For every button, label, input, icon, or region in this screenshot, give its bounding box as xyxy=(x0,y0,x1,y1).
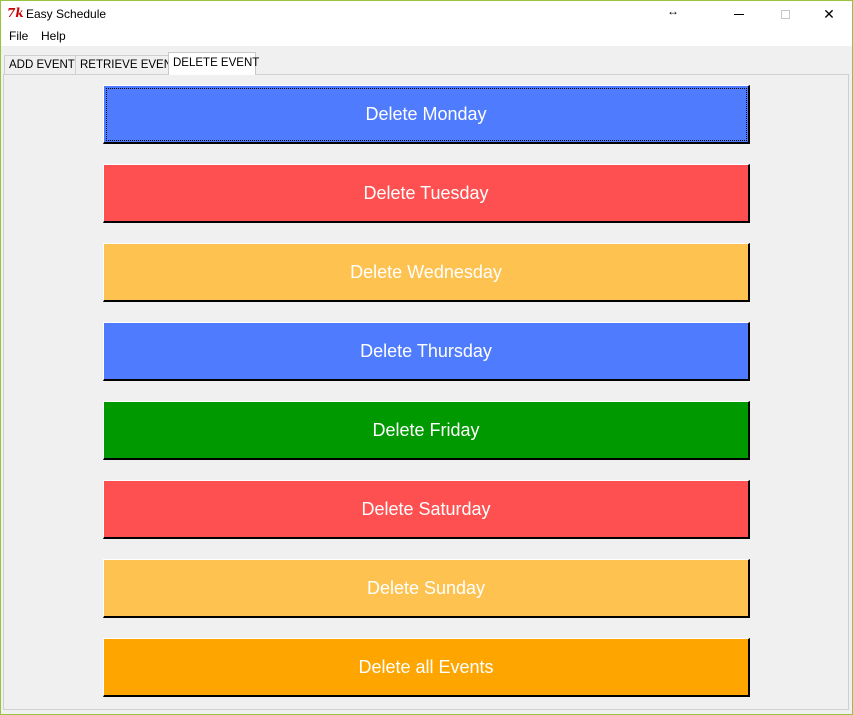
delete-friday-button[interactable]: Delete Friday xyxy=(103,401,750,460)
delete-thursday-button[interactable]: Delete Thursday xyxy=(103,322,750,381)
resize-arrows-icon: ↔ xyxy=(667,4,679,18)
delete-monday-button[interactable]: Delete Monday xyxy=(103,85,750,144)
minimize-button[interactable] xyxy=(716,1,762,27)
delete-sunday-label: Delete Sunday xyxy=(366,577,486,598)
title-bar[interactable]: 7k Easy Schedule ↔ ✕ xyxy=(1,1,852,27)
tk-feather-icon: 7k xyxy=(7,6,24,20)
delete-wednesday-label: Delete Wednesday xyxy=(350,261,502,282)
delete-thursday-label: Delete Thursday xyxy=(360,340,492,361)
delete-sunday-button[interactable]: Delete Sunday xyxy=(103,559,750,618)
delete-tuesday-label: Delete Tuesday xyxy=(363,182,489,203)
menu-bar: File Help xyxy=(1,27,852,46)
menu-help[interactable]: Help xyxy=(39,29,68,44)
delete-monday-label: Delete Monday xyxy=(365,103,487,124)
delete-all-events-button[interactable]: Delete all Events xyxy=(103,638,750,697)
delete-saturday-button[interactable]: Delete Saturday xyxy=(103,480,750,539)
delete-friday-label: Delete Friday xyxy=(372,419,480,440)
delete-wednesday-button[interactable]: Delete Wednesday xyxy=(103,243,750,302)
app-window: 7k Easy Schedule ↔ ✕ File Help ADD EVENT… xyxy=(0,0,853,715)
tab-add-event[interactable]: ADD EVENT xyxy=(4,55,76,74)
window-title: Easy Schedule xyxy=(26,7,107,21)
close-button[interactable]: ✕ xyxy=(806,1,852,27)
tab-retrieve-event[interactable]: RETRIEVE EVENT xyxy=(75,55,179,74)
menu-file[interactable]: File xyxy=(7,29,30,44)
close-icon: ✕ xyxy=(823,5,835,22)
maximize-button[interactable] xyxy=(762,1,808,27)
delete-saturday-label: Delete Saturday xyxy=(361,498,491,519)
delete-tuesday-button[interactable]: Delete Tuesday xyxy=(103,164,750,223)
tab-delete-event[interactable]: DELETE EVENT xyxy=(168,52,259,75)
delete-all-events-label: Delete all Events xyxy=(358,656,494,677)
minimize-icon xyxy=(734,13,744,15)
maximize-icon xyxy=(780,9,790,19)
